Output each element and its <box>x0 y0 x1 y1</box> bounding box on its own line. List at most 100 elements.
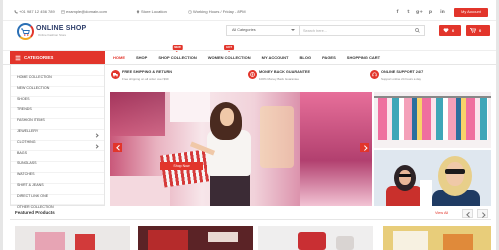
product-image[interactable] <box>383 226 491 250</box>
hero-slide-image[interactable]: Shop Now <box>110 92 372 206</box>
category-sidebar: HOME COLLECTION NEW COLLECTION SHOES TRE… <box>10 65 105 209</box>
nav-item-label: SHOPPING CART <box>346 55 381 60</box>
page: +01 987 12 456 789 example@domain.com St… <box>3 0 496 250</box>
banner-people-sunglasses[interactable] <box>374 150 491 206</box>
new-badge: NEW <box>172 45 183 52</box>
photo-detail <box>170 92 210 122</box>
shop-now-button[interactable]: Shop Now <box>160 162 203 170</box>
slider-prev-button[interactable] <box>113 143 122 152</box>
nav-item-women-collection[interactable]: WOMEN COLLECTION HOT <box>208 45 251 62</box>
top-bar: +01 987 12 456 789 example@domain.com St… <box>3 0 496 21</box>
feature-subtitle: Support online 24 hours a day <box>381 76 422 81</box>
twitter-icon[interactable]: t <box>404 8 413 17</box>
nav-item-shop-collection[interactable]: SHOP COLLECTION NEW <box>158 45 197 62</box>
view-all-link[interactable]: View All <box>435 211 448 216</box>
nav-item-shop[interactable]: SHOP <box>136 53 147 62</box>
nav-item-shopping-cart[interactable]: SHOPPING CART <box>347 53 380 62</box>
photo-detail <box>260 106 294 168</box>
product-image[interactable] <box>138 226 253 250</box>
nav-item-label: BLOG <box>299 55 312 60</box>
sidebar-item[interactable]: SHIRT & JEANS <box>11 173 104 187</box>
sidebar-item[interactable]: BAGS <box>11 141 104 155</box>
cart-icon <box>470 28 476 33</box>
carousel-prev-button[interactable] <box>462 209 473 218</box>
slider-next-button[interactable] <box>360 143 369 152</box>
google-plus-icon[interactable]: g+ <box>415 8 424 17</box>
sidebar-item[interactable]: WATCHES <box>11 162 104 176</box>
photo-detail <box>443 234 473 250</box>
categories-button[interactable]: CATEGORIES <box>10 51 105 64</box>
truck-icon <box>111 70 120 79</box>
facebook-icon[interactable]: f <box>393 8 402 17</box>
topbar-email[interactable]: example@domain.com <box>66 9 107 15</box>
feature-title: FREE SHIPPING & RETURN <box>122 70 172 74</box>
sidebar-item[interactable]: JEWELLERY <box>11 119 104 133</box>
nav-item-label: PAGES <box>322 55 336 60</box>
hamburger-icon <box>15 55 21 60</box>
sidebar-item[interactable]: FASHION ITEMS <box>11 108 104 122</box>
nav-item-label: MY ACCOUNT <box>261 55 289 60</box>
nav-item-blog[interactable]: BLOG <box>300 53 312 62</box>
menu: HOME SHOP SHOP COLLECTION NEW WOMEN COLLE… <box>113 45 380 62</box>
topbar-location[interactable]: Store Location <box>141 9 167 15</box>
nav-item-label: SHOP COLLECTION <box>158 55 197 60</box>
location-pin-icon <box>136 10 140 14</box>
sidebar-item[interactable]: HOME COLLECTION <box>11 65 104 79</box>
section-title: Featured Products <box>15 210 55 215</box>
nav-item-my-account[interactable]: MY ACCOUNT <box>262 53 289 62</box>
logo-cart-icon[interactable] <box>17 23 34 40</box>
topbar-hours: Working Hours / Friday - 8PM <box>193 9 246 14</box>
account-button[interactable]: My Account <box>454 8 488 17</box>
search-icon <box>415 28 420 33</box>
main-navigation: CATEGORIES HOME SHOP SHOP COLLECTION NEW … <box>3 45 496 65</box>
photo-detail <box>35 232 65 250</box>
photo-detail <box>399 170 411 185</box>
photo-detail <box>210 174 250 206</box>
wishlist-button[interactable]: 0 <box>439 25 461 36</box>
feature-title: MONEY BACK GUARANTEE <box>259 70 310 74</box>
linkedin-icon[interactable]: in <box>438 8 447 17</box>
topbar-phone[interactable]: +01 987 12 456 789 <box>19 9 55 15</box>
feature-subtitle: 100% Money Back Guarantee <box>259 76 300 81</box>
sidebar-item[interactable]: OTHER COLLECTION <box>11 195 104 209</box>
category-select[interactable]: All Categories <box>227 26 300 35</box>
search-bar: All Categories <box>226 25 425 36</box>
side-banners <box>374 92 491 206</box>
categories-label: CATEGORIES <box>24 55 54 60</box>
sidebar-item[interactable]: NEW COLLECTION <box>11 76 104 90</box>
photo-detail <box>446 162 464 186</box>
photo-detail <box>393 231 428 250</box>
photo-detail <box>445 169 465 174</box>
photo-detail <box>378 98 488 140</box>
nav-item-label: SHOP <box>136 55 148 60</box>
sidebar-item[interactable]: TRENDS <box>11 97 104 111</box>
cart-count: 0 <box>479 28 482 33</box>
money-back-icon <box>248 70 257 79</box>
photo-detail <box>110 92 165 136</box>
photo-detail <box>399 174 411 177</box>
features-strip: FREE SHIPPING & RETURN Free shipping on … <box>108 66 493 88</box>
nav-item-home[interactable]: HOME <box>113 53 125 62</box>
sidebar-item[interactable]: SHOES <box>11 87 104 101</box>
nav-item-label: HOME <box>113 55 125 60</box>
cart-button[interactable]: 0 <box>466 25 490 36</box>
banner-clothing-rack[interactable] <box>374 92 491 148</box>
support-icon <box>370 70 379 79</box>
carousel-next-button[interactable] <box>477 209 488 218</box>
product-image[interactable] <box>258 226 373 250</box>
wishlist-count: 0 <box>452 28 455 33</box>
search-button[interactable] <box>411 26 424 35</box>
sidebar-item[interactable]: CLOTHING <box>11 130 104 144</box>
nav-item-pages[interactable]: PAGES <box>322 53 336 62</box>
feature-title: ONLINE SUPPORT 24/7 <box>381 70 424 74</box>
phone-icon <box>14 10 18 14</box>
hot-badge: HOT <box>224 45 235 52</box>
product-image[interactable] <box>15 226 130 250</box>
photo-detail <box>110 176 170 206</box>
heart-icon <box>443 28 449 33</box>
sidebar-item[interactable]: SUNGLASS <box>11 151 104 165</box>
search-input[interactable] <box>303 26 409 35</box>
logo-title[interactable]: ONLINE SHOP <box>36 24 86 33</box>
pinterest-icon[interactable]: p <box>426 8 435 17</box>
sidebar-item[interactable]: DIRECT LINK ONE <box>11 184 104 198</box>
